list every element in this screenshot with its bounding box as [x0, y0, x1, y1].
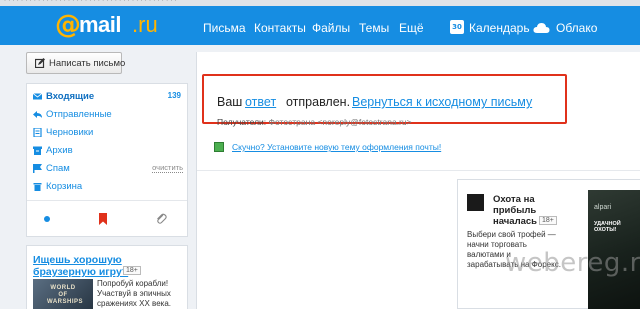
folder-spam[interactable]: Спам очистить [33, 162, 183, 176]
folder-drafts[interactable]: Черновики [33, 126, 183, 140]
theme-suggestion-link[interactable]: Скучно? Установите новую тему оформления… [232, 142, 441, 152]
cloud-icon[interactable] [533, 22, 550, 34]
pencil-icon [35, 58, 45, 68]
recipients-line: Получатели: Фотострана <noreply@fotostra… [217, 117, 412, 127]
folder-sidebar: Входящие 139 Отправленные Черновики Архи… [26, 83, 188, 237]
sent-confirmation-box: Ваш ответ отправлен. Вернуться к исходно… [202, 74, 567, 127]
attachment-filter-icon[interactable] [155, 213, 167, 225]
content-divider [197, 170, 640, 171]
watermark: webereg.ru [505, 248, 640, 278]
folder-sent[interactable]: Отправленные [33, 108, 183, 122]
nav-letters[interactable]: Письма [203, 21, 246, 35]
recipient-address: Фотострана <noreply@fotostrana.ru> [268, 117, 412, 127]
inbox-icon [33, 93, 42, 100]
nav-calendar[interactable]: Календарь [469, 21, 530, 35]
compose-button[interactable]: Написать письмо [26, 52, 125, 74]
dot-filter-icon[interactable] [41, 213, 53, 225]
mailru-logo[interactable]: @ mail .ru [55, 10, 158, 41]
ad-description: Попробуй корабли! Участвуй в эпичных сра… [97, 279, 171, 308]
drafts-icon [33, 128, 42, 137]
spam-icon [33, 164, 42, 173]
nav-themes[interactable]: Темы [359, 21, 389, 35]
nav-contacts[interactable]: Контакты [254, 21, 306, 35]
age-rating-badge: 18+ [123, 266, 141, 275]
game-ad-block[interactable]: Ищешь хорошую браузерную игру? 18+ WORLD… [26, 245, 188, 309]
theme-picture-icon [214, 142, 224, 152]
back-to-original-link[interactable]: Вернуться к исходному письму [352, 95, 532, 109]
flag-filter-icon[interactable] [97, 213, 109, 225]
archive-icon [33, 146, 42, 155]
clear-spam-link[interactable]: очистить [152, 163, 183, 173]
nav-more[interactable]: Ещё [399, 21, 424, 35]
nav-cloud[interactable]: Облако [556, 21, 597, 35]
age-rating-badge: 18+ [539, 216, 557, 225]
warships-ad-image[interactable]: WORLD OF WARSHIPS [33, 279, 93, 309]
calendar-icon[interactable]: 30 [450, 20, 464, 34]
sidebar-divider [27, 200, 187, 201]
unread-count-badge: 139 [167, 91, 181, 100]
folder-archive[interactable]: Архив [33, 144, 183, 158]
forex-ad-block[interactable]: Охота на прибыль началась 18+ Выбери сво… [457, 179, 640, 309]
folder-inbox[interactable]: Входящие 139 [33, 90, 183, 104]
trash-icon [33, 183, 42, 191]
alpari-logo-icon [467, 194, 484, 211]
answer-link[interactable]: ответ [245, 95, 276, 109]
nav-files[interactable]: Файлы [312, 21, 350, 35]
sent-icon [33, 111, 42, 118]
header-bar: @ mail .ru Письма Контакты Файлы Темы Ещ… [0, 6, 640, 45]
folder-trash[interactable]: Корзина [33, 180, 183, 194]
